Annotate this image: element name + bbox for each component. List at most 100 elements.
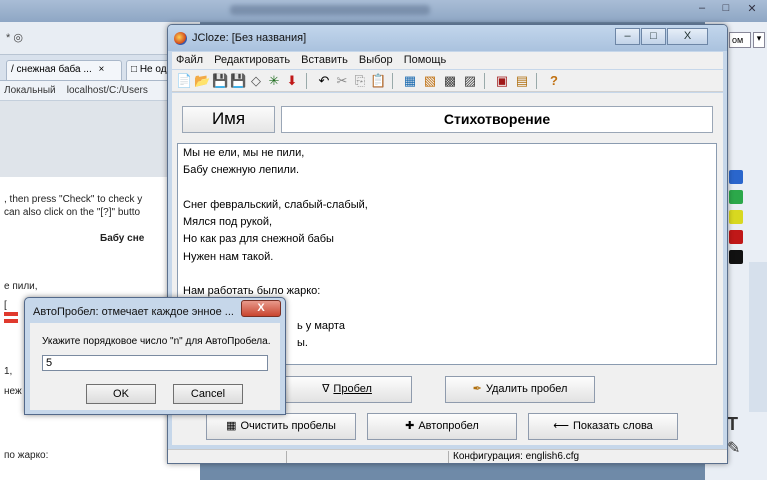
pencil-icon[interactable]: ✎ <box>727 438 740 458</box>
gap-button[interactable]: ∇ Пробел <box>282 376 412 403</box>
poem-fragment-2: 1, <box>4 366 13 377</box>
delete-gap-button[interactable]: ✒ Удалить пробел <box>445 376 595 403</box>
show-words-icon: ⟵ <box>553 420 569 432</box>
bookmark-2[interactable]: localhost/C:/Users <box>67 85 148 96</box>
menu-edit[interactable]: Редактировать <box>210 52 294 66</box>
dialog-prompt: Укажите порядковое число "n" для АвтоПро… <box>42 336 271 347</box>
bg-minimize-icon[interactable]: – <box>690 2 714 18</box>
tool-panel <box>749 262 767 412</box>
undo-icon[interactable]: ↶ <box>316 73 332 89</box>
title-field[interactable]: Стихотворение <box>281 106 713 133</box>
autogap-dialog: АвтоПробел: отмечает каждое энное ... X … <box>24 297 286 415</box>
cut-icon[interactable]: ✂ <box>334 73 350 89</box>
menu-bar: Файл Редактировать Вставить Выбор Помощь <box>172 52 723 69</box>
toolbar-separator <box>536 73 537 89</box>
menu-file[interactable]: Файл <box>172 52 207 66</box>
clear-gaps-button[interactable]: ▦ Очистить пробелы <box>206 413 356 440</box>
background-taskbar: – □ ✕ <box>0 0 767 22</box>
color-swatch[interactable] <box>729 170 743 184</box>
menu-insert[interactable]: Вставить <box>297 52 352 66</box>
color-swatch[interactable] <box>729 210 743 224</box>
tool-icon-3[interactable]: ▩ <box>442 73 458 89</box>
tool-icon-4[interactable]: ▨ <box>462 73 478 89</box>
export-down-icon[interactable]: ⬇ <box>284 73 300 89</box>
clear-icon[interactable]: ◇ <box>248 73 264 89</box>
poem-fragment-3: неж <box>4 386 22 397</box>
gap-icon: ∇ <box>322 383 330 395</box>
dropdown-icon[interactable]: ▾ <box>753 32 765 48</box>
dialog-body: Укажите порядковое число "n" для АвтоПро… <box>30 323 280 410</box>
poem-fragment-4: по жарко: <box>4 450 49 461</box>
bookmark-1[interactable]: Локальный <box>4 85 56 96</box>
autogap-label: Автопробел <box>418 420 479 432</box>
gap-button-label: Пробел <box>333 383 372 395</box>
close-tab-icon[interactable]: × <box>99 64 105 75</box>
poem-fragment-1: е пили, <box>4 281 38 292</box>
paste-icon[interactable]: 📋 <box>370 73 386 89</box>
title-bar[interactable]: JCloze: [Без названия] – □ X <box>168 25 727 51</box>
instruction-line-1: , then press "Check" to check y <box>4 194 143 205</box>
tool-icon-2[interactable]: ▧ <box>422 73 438 89</box>
browser-tab-1[interactable]: / снежная баба ... × <box>6 60 122 80</box>
text-tool-icon[interactable]: T <box>727 414 738 435</box>
close-button[interactable]: X <box>667 28 708 45</box>
maximize-button[interactable]: □ <box>641 28 666 45</box>
toolbar-separator <box>306 73 307 89</box>
editor-line: Снег февральский, слабый-слабый, <box>183 198 368 211</box>
new-file-icon[interactable]: 📄 <box>176 73 192 89</box>
status-cell-empty <box>286 451 446 463</box>
window-title: JCloze: [Без названия] <box>192 32 307 44</box>
open-folder-icon[interactable]: 📂 <box>194 73 210 89</box>
stop-icon[interactable]: * ◎ <box>6 32 23 44</box>
editor-line: Мялся под рукой, <box>183 216 273 229</box>
page-heading: Бабу сне <box>100 233 145 244</box>
cancel-button[interactable]: Cancel <box>173 384 243 404</box>
dialog-close-button[interactable]: X <box>241 300 281 317</box>
toolbar-separator <box>392 73 393 89</box>
save-icon[interactable]: 💾 <box>212 73 228 89</box>
save-as-icon[interactable]: 💾 <box>230 73 246 89</box>
tool-icon-1[interactable]: ▦ <box>402 73 418 89</box>
autogap-button[interactable]: ✚ Автопробел <box>367 413 517 440</box>
show-words-label: Показать слова <box>572 420 653 432</box>
gap-number-input[interactable]: 5 <box>42 355 268 371</box>
color-swatch[interactable] <box>729 190 743 204</box>
tool-icon-5[interactable]: ▣ <box>494 73 510 89</box>
help-icon[interactable]: ? <box>546 73 562 89</box>
ok-button[interactable]: OK <box>86 384 156 404</box>
name-button[interactable]: Имя <box>182 106 275 133</box>
color-swatch[interactable] <box>729 230 743 244</box>
dialog-title: АвтоПробел: отмечает каждое энное ... <box>33 306 234 318</box>
bg-close-icon[interactable]: ✕ <box>740 2 764 18</box>
color-swatch[interactable] <box>729 250 743 264</box>
editor-line: Но как раз для снежной бабы <box>183 233 334 246</box>
status-config: Конфигурация: english6.cfg <box>448 451 710 463</box>
tool-icon-6[interactable]: ▤ <box>514 73 530 89</box>
editor-line: Бабу снежную лепили. <box>183 164 300 177</box>
show-words-button[interactable]: ⟵ Показать слова <box>528 413 678 440</box>
menu-help[interactable]: Помощь <box>400 52 451 66</box>
toolbar-separator <box>484 73 485 89</box>
zoom-control[interactable]: ом <box>729 32 751 48</box>
instruction-line-2: can also click on the "[?]" butto <box>4 207 141 218</box>
copy-icon[interactable]: ⎘ <box>352 73 368 89</box>
minimize-button[interactable]: – <box>615 28 640 45</box>
autogap-icon: ✚ <box>405 420 415 432</box>
bg-maximize-icon[interactable]: □ <box>714 2 738 18</box>
gap-fragment[interactable]: [ <box>4 300 7 311</box>
clear-gaps-label: Очистить пробелы <box>240 420 336 432</box>
red-marker-2 <box>4 319 18 323</box>
status-bar: Конфигурация: english6.cfg <box>168 449 727 463</box>
blurred-title <box>230 5 430 15</box>
editor-line: Мы не ели, мы не пили, <box>183 147 305 159</box>
toolbar: 📄 📂 💾 💾 ◇ ✳ ⬇ ↶ ✂ ⎘ 📋 ▦ ▧ ▩ ▨ ▣ ▤ ? <box>172 70 723 92</box>
page-icon: □ <box>131 64 138 75</box>
menu-select[interactable]: Выбор <box>355 52 397 66</box>
eraser-icon: ✒ <box>472 383 482 395</box>
web-page-icon[interactable]: ✳ <box>266 73 282 89</box>
delete-gap-label: Удалить пробел <box>485 383 568 395</box>
jcloze-app-icon <box>174 32 187 45</box>
editor-line: Нужен нам такой. <box>183 250 274 263</box>
